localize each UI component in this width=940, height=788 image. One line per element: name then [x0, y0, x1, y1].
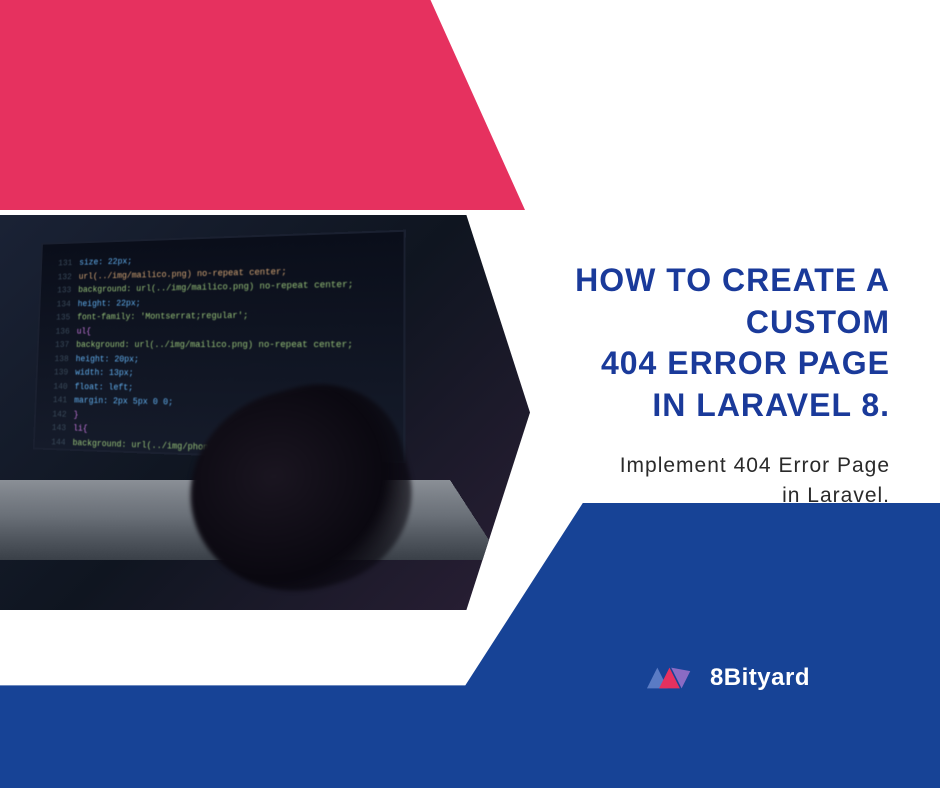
title-line-1: HOW TO CREATE A CUSTOM — [460, 260, 890, 343]
top-accent-shape — [0, 0, 525, 210]
brand-logo-icon — [640, 658, 692, 698]
subtitle-text: Implement 404 Error Page in Laravel. — [460, 451, 890, 510]
laptop-photo: 131size: 22px; 132url(../img/mailico.png… — [0, 215, 530, 610]
graphic-container: 131size: 22px; 132url(../img/mailico.png… — [0, 0, 940, 788]
title-line-3: IN LARAVEL 8. — [460, 385, 890, 427]
subtitle-line-1: Implement 404 Error Page — [460, 451, 890, 480]
subtitle-line-2: in Laravel. — [460, 481, 890, 510]
brand-logo-area: 8Bityard — [640, 658, 810, 698]
main-heading: HOW TO CREATE A CUSTOM 404 ERROR PAGE IN… — [460, 260, 890, 426]
title-line-2: 404 ERROR PAGE — [460, 343, 890, 385]
brand-name: 8Bityard — [710, 664, 810, 692]
title-block: HOW TO CREATE A CUSTOM 404 ERROR PAGE IN… — [460, 260, 890, 510]
